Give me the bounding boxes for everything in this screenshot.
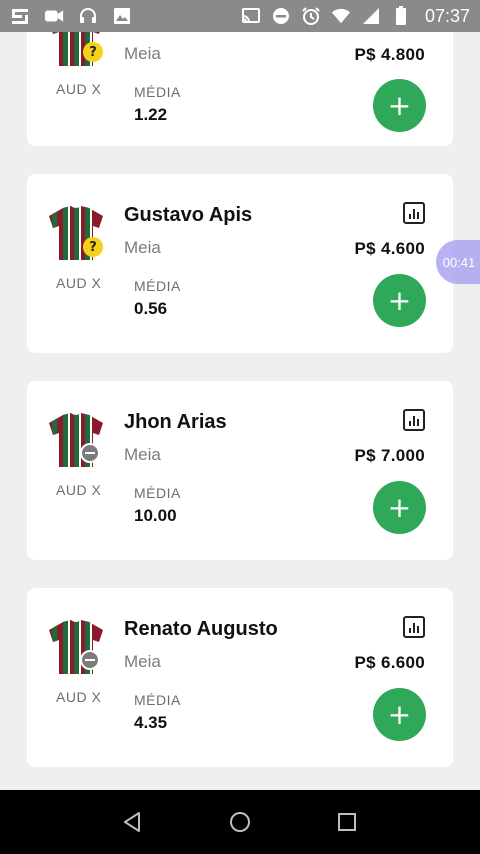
average-value: 4.35 bbox=[134, 713, 168, 732]
app-icon bbox=[10, 6, 30, 26]
recents-button[interactable] bbox=[327, 802, 367, 842]
stats-chart-icon[interactable] bbox=[403, 202, 425, 224]
back-button[interactable] bbox=[113, 802, 153, 842]
add-player-button[interactable]: + bbox=[373, 274, 426, 327]
dnd-icon bbox=[271, 6, 291, 26]
status-bar: 07:37 bbox=[0, 0, 480, 32]
status-time: 07:37 bbox=[424, 5, 470, 26]
doubt-status-icon: ? bbox=[83, 237, 103, 257]
player-club: AUD X bbox=[56, 275, 102, 291]
image-icon bbox=[112, 6, 132, 26]
player-price: P$ 7.000 bbox=[354, 446, 425, 465]
player-name: Renato Augusto bbox=[124, 618, 278, 640]
stats-chart-icon[interactable] bbox=[403, 616, 425, 638]
player-club: AUD X bbox=[56, 81, 102, 97]
player-card: ? Meia P$ 4.800 AUD X MÉDIA 1.22 + bbox=[27, 32, 453, 146]
player-club: AUD X bbox=[56, 482, 102, 498]
home-circle-icon bbox=[229, 812, 250, 832]
camera-icon bbox=[44, 6, 64, 26]
average-label: MÉDIA bbox=[134, 278, 181, 294]
average-label: MÉDIA bbox=[134, 84, 181, 100]
headset-icon bbox=[78, 6, 98, 26]
add-player-button[interactable]: + bbox=[373, 79, 426, 132]
add-player-button[interactable]: + bbox=[373, 688, 426, 741]
signal-icon bbox=[361, 6, 381, 26]
wifi-icon bbox=[331, 6, 351, 26]
player-card: ? Gustavo Apis Meia P$ 4.600 AUD X MÉDIA… bbox=[27, 174, 453, 353]
floating-timer[interactable]: 00:41 bbox=[436, 240, 480, 284]
doubt-status-icon: ? bbox=[83, 42, 103, 62]
player-position: Meia bbox=[124, 44, 161, 63]
cast-icon bbox=[241, 6, 261, 26]
battery-icon bbox=[391, 6, 411, 26]
navigation-bar bbox=[0, 790, 480, 854]
home-button[interactable] bbox=[220, 802, 260, 842]
player-price: P$ 4.600 bbox=[354, 239, 425, 258]
add-player-button[interactable]: + bbox=[373, 481, 426, 534]
player-card: Jhon Arias Meia P$ 7.000 AUD X MÉDIA 10.… bbox=[27, 381, 453, 560]
average-value: 10.00 bbox=[134, 506, 177, 525]
back-triangle-icon bbox=[124, 812, 141, 832]
average-label: MÉDIA bbox=[134, 485, 181, 501]
player-card: Renato Augusto Meia P$ 6.600 AUD X MÉDIA… bbox=[27, 588, 453, 767]
average-label: MÉDIA bbox=[134, 692, 181, 708]
player-position: Meia bbox=[124, 652, 161, 671]
alarm-icon bbox=[301, 6, 321, 26]
player-price: P$ 6.600 bbox=[354, 653, 425, 672]
player-name: Gustavo Apis bbox=[124, 204, 253, 226]
null-status-icon bbox=[80, 443, 100, 463]
stats-chart-icon[interactable] bbox=[403, 409, 425, 431]
player-name: Jhon Arias bbox=[124, 411, 227, 433]
player-position: Meia bbox=[124, 238, 161, 257]
average-value: 1.22 bbox=[134, 105, 168, 124]
null-status-icon bbox=[80, 650, 100, 670]
player-list[interactable]: ? Meia P$ 4.800 AUD X MÉDIA 1.22 + ? Gus… bbox=[0, 32, 480, 790]
player-club: AUD X bbox=[56, 689, 102, 705]
player-price: P$ 4.800 bbox=[354, 45, 425, 64]
player-position: Meia bbox=[124, 445, 161, 464]
recents-square-icon bbox=[337, 813, 356, 831]
average-value: 0.56 bbox=[134, 299, 168, 318]
